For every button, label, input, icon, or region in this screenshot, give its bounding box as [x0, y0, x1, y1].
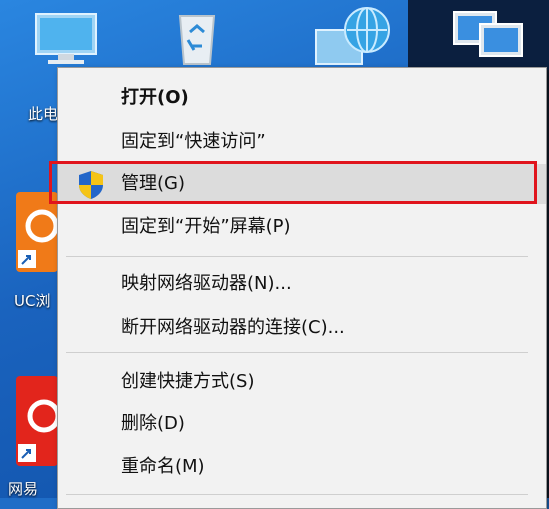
- network-icon[interactable]: [312, 6, 402, 66]
- uac-shield-icon: [77, 170, 105, 200]
- menu-item-manage[interactable]: 管理(G): [58, 164, 546, 204]
- menu-item-open[interactable]: 打开(O): [58, 78, 546, 118]
- recycle-bin-icon[interactable]: [172, 6, 222, 66]
- menu-item-create-shortcut-label: 创建快捷方式(S): [121, 371, 255, 392]
- menu-item-create-shortcut[interactable]: 创建快捷方式(S): [58, 362, 546, 402]
- netease-label: 网易: [8, 480, 39, 498]
- menu-item-pin-start[interactable]: 固定到“开始”屏幕(P): [58, 207, 546, 247]
- menu-item-disconnect-drive-label: 断开网络驱动器的连接(C)...: [121, 317, 345, 338]
- menu-item-pin-quick-access[interactable]: 固定到“快速访问”: [58, 122, 546, 162]
- this-pc-icon[interactable]: [30, 10, 100, 70]
- menu-item-pin-start-label: 固定到“开始”屏幕(P): [121, 216, 291, 237]
- menu-item-open-label: 打开(O): [121, 87, 189, 108]
- uc-browser-label: UC浏: [14, 292, 51, 310]
- menu-separator: [66, 352, 528, 353]
- netease-icon[interactable]: [16, 376, 61, 466]
- menu-item-map-drive-label: 映射网络驱动器(N)...: [121, 273, 292, 294]
- menu-item-delete[interactable]: 删除(D): [58, 404, 546, 444]
- this-pc-label: 此电: [28, 105, 59, 123]
- uc-browser-icon[interactable]: [16, 192, 59, 272]
- remote-network-icon[interactable]: [450, 4, 530, 64]
- menu-separator: [66, 256, 528, 257]
- menu-item-disconnect-drive[interactable]: 断开网络驱动器的连接(C)...: [58, 308, 546, 348]
- menu-item-pin-quick-access-label: 固定到“快速访问”: [121, 131, 266, 152]
- context-menu: 打开(O) 固定到“快速访问” 管理(G) 固定到“开始”屏幕(P) 映射网络驱…: [57, 67, 547, 509]
- menu-item-manage-label: 管理(G): [121, 173, 185, 194]
- menu-item-rename[interactable]: 重命名(M): [58, 447, 546, 487]
- menu-separator: [66, 494, 528, 495]
- menu-item-map-drive[interactable]: 映射网络驱动器(N)...: [58, 264, 546, 304]
- menu-item-delete-label: 删除(D): [121, 413, 185, 434]
- menu-item-rename-label: 重命名(M): [121, 456, 205, 477]
